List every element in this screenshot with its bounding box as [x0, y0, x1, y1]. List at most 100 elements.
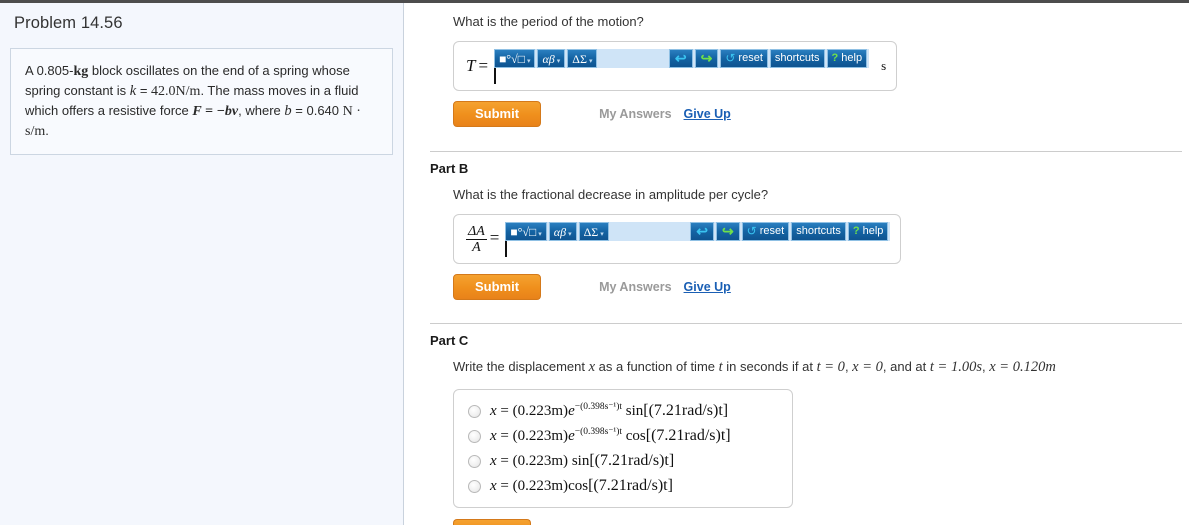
redo-icon: ↪	[721, 222, 734, 239]
redo-icon: ↪	[700, 49, 713, 66]
radio-button[interactable]	[468, 429, 481, 443]
part-c-divider	[430, 323, 1182, 324]
page-title: Problem 14.56	[14, 14, 123, 32]
page-root: Problem 14.56 A 0.805-kg block oscillate…	[0, 0, 1189, 525]
question-mid-2: in seconds if at	[722, 359, 817, 374]
spring-constant-equals: =	[136, 83, 152, 98]
choice-formula: x = (0.223m)e−(0.398s⁻¹)t sin[(7.21rad/s…	[490, 402, 729, 419]
choice-formula: x = (0.223m) sin[(7.21rad/s)t]	[490, 452, 675, 469]
part-b-give-up-link[interactable]: Give Up	[684, 280, 731, 294]
templates-icon: ■°√□	[510, 224, 537, 239]
greek-dropdown-button[interactable]: αβ ▾	[537, 49, 566, 68]
templates-dropdown-button[interactable]: ■°√□ ▾	[505, 222, 547, 241]
choice-amplitude: (0.223m)	[512, 453, 569, 469]
choice-option-4[interactable]: x = (0.223m)cos[(7.21rad/s)t]	[468, 477, 778, 495]
part-b-math-toolbar: ■°√□ ▾ αβ ▾ ΔΣ ▾ ↩ ↪ ↺ reset shortcuts ? help	[505, 222, 891, 241]
reset-button[interactable]: ↺ reset	[741, 222, 790, 241]
undo-icon: ↩	[696, 222, 708, 239]
part-a-submit-button[interactable]: Submit	[453, 101, 542, 127]
spring-constant-value: 42.0N/m	[151, 84, 201, 99]
reset-icon: ↺	[725, 50, 736, 65]
part-a-section: What is the period of the motion? T = ■°√…	[405, 13, 1189, 127]
part-a-answer-input[interactable]	[494, 68, 497, 84]
problem-sidebar: Problem 14.56 A 0.805-kg block oscillate…	[0, 3, 404, 525]
part-c-section: Part C Write the displacement x as a fun…	[405, 323, 1189, 525]
choice-option-2[interactable]: x = (0.223m)e−(0.398s⁻¹)t cos[(7.21rad/s…	[468, 427, 778, 445]
part-b-divider	[430, 151, 1182, 152]
damping-equals-value: = 0.640	[291, 103, 340, 118]
choice-damping-exponent: −(0.398s⁻¹)t	[574, 402, 622, 412]
chevron-down-icon: ▾	[600, 231, 604, 238]
chevron-down-icon: ▾	[588, 58, 593, 65]
shortcuts-label: shortcuts	[774, 52, 820, 64]
undo-button[interactable]: ↩	[690, 222, 714, 241]
shortcuts-label: shortcuts	[796, 225, 841, 237]
greek-letters-icon: αβ	[542, 51, 555, 66]
chevron-down-icon: ▾	[538, 231, 542, 238]
part-a-my-answers[interactable]: My Answers	[599, 107, 671, 121]
part-a-math-toolbar: ■°√□ ▾ αβ ▾ ΔΣ ▾ ↩ ↪ ↺ reset shortcuts ? help	[494, 49, 870, 68]
help-button[interactable]: ? help	[826, 49, 868, 68]
part-a-mathfield[interactable]: ■°√□ ▾ αβ ▾ ΔΣ ▾ ↩ ↪ ↺ reset shortcuts ? help	[494, 49, 870, 84]
redo-button[interactable]: ↪	[694, 49, 719, 68]
templates-dropdown-button[interactable]: ■°√□ ▾	[494, 49, 536, 68]
choice-amplitude: (0.223m)	[512, 403, 569, 419]
part-a-answer-symbol: T =	[466, 56, 494, 76]
reset-icon: ↺	[746, 223, 757, 238]
fraction-delta-a-over-a: ΔA A	[466, 224, 487, 255]
radio-button[interactable]	[468, 479, 481, 493]
damping-symbol: b	[284, 103, 292, 119]
shortcuts-button[interactable]: shortcuts	[791, 222, 846, 241]
choice-damping-exponent: −(0.398s⁻¹)t	[574, 427, 622, 437]
undo-icon: ↩	[674, 49, 687, 66]
choice-argument: [(7.21rad/s)t]	[645, 427, 731, 444]
choice-option-1[interactable]: x = (0.223m)e−(0.398s⁻¹)t sin[(7.21rad/s…	[468, 402, 778, 420]
question-pre: Write the displacement	[453, 359, 589, 374]
help-label: help	[862, 225, 884, 237]
question-mid-1: as a function of time	[595, 359, 719, 374]
choice-formula: x = (0.223m)cos[(7.21rad/s)t]	[490, 477, 673, 494]
part-a-question: What is the period of the motion?	[453, 14, 644, 29]
operators-dropdown-button[interactable]: ΔΣ ▾	[567, 49, 598, 68]
redo-button[interactable]: ↪	[715, 222, 740, 241]
problem-statement-box: A 0.805-kg block oscillates on the end o…	[10, 48, 393, 155]
operators-dropdown-button[interactable]: ΔΣ ▾	[578, 222, 609, 241]
part-c-submit-button[interactable]	[453, 519, 531, 525]
chevron-down-icon: ▾	[568, 231, 572, 238]
part-b-question: What is the fractional decrease in ampli…	[453, 187, 769, 202]
question-mid-4: , and at	[882, 359, 930, 374]
choice-trig: sin	[571, 453, 590, 469]
question-mark-icon: ?	[831, 52, 839, 64]
chevron-down-icon: ▾	[556, 58, 561, 65]
choice-amplitude: (0.223m)	[512, 428, 569, 444]
statement-segment-1: A 0.805-	[25, 63, 74, 78]
part-c-heading: Part C	[430, 333, 469, 348]
reset-button[interactable]: ↺ reset	[720, 49, 768, 68]
equals-sign: =	[478, 56, 489, 75]
radio-button[interactable]	[468, 404, 481, 418]
help-button[interactable]: ? help	[847, 222, 889, 241]
part-a-give-up-link[interactable]: Give Up	[684, 107, 731, 121]
part-b-answer-input[interactable]	[505, 241, 508, 257]
choice-argument: [(7.21rad/s)t]	[588, 477, 673, 494]
part-b-my-answers[interactable]: My Answers	[599, 280, 671, 294]
part-b-answer-wrap: ΔA A = ■°√□ ▾ αβ ▾ ΔΣ ▾ ↩ ↪ ↺ reset shor…	[453, 214, 902, 264]
choice-option-3[interactable]: x = (0.223m) sin[(7.21rad/s)t]	[468, 452, 778, 470]
part-b-submit-button[interactable]: Submit	[453, 274, 542, 300]
part-b-answer-symbol: ΔA A =	[466, 224, 505, 255]
templates-icon: ■°√□	[499, 51, 525, 66]
chevron-down-icon: ▾	[526, 58, 531, 65]
shortcuts-button[interactable]: shortcuts	[769, 49, 825, 68]
part-b-mathfield[interactable]: ■°√□ ▾ αβ ▾ ΔΣ ▾ ↩ ↪ ↺ reset shortcuts ? help	[505, 222, 891, 257]
radio-button[interactable]	[468, 454, 481, 468]
undo-button[interactable]: ↩	[668, 49, 693, 68]
part-b-actions: Submit My Answers Give Up	[453, 274, 1189, 300]
choice-argument: [(7.21rad/s)t]	[643, 402, 729, 419]
choice-trig: sin	[625, 403, 644, 419]
cond-x-equals-0120m: x = 0.120m	[989, 359, 1056, 375]
part-b-heading: Part B	[430, 161, 469, 176]
greek-dropdown-button[interactable]: αβ ▾	[548, 222, 577, 241]
choice-trig: cos	[625, 428, 646, 444]
fraction-numerator: ΔA	[466, 223, 487, 240]
resistive-force-expression: F = −bv	[192, 104, 239, 119]
